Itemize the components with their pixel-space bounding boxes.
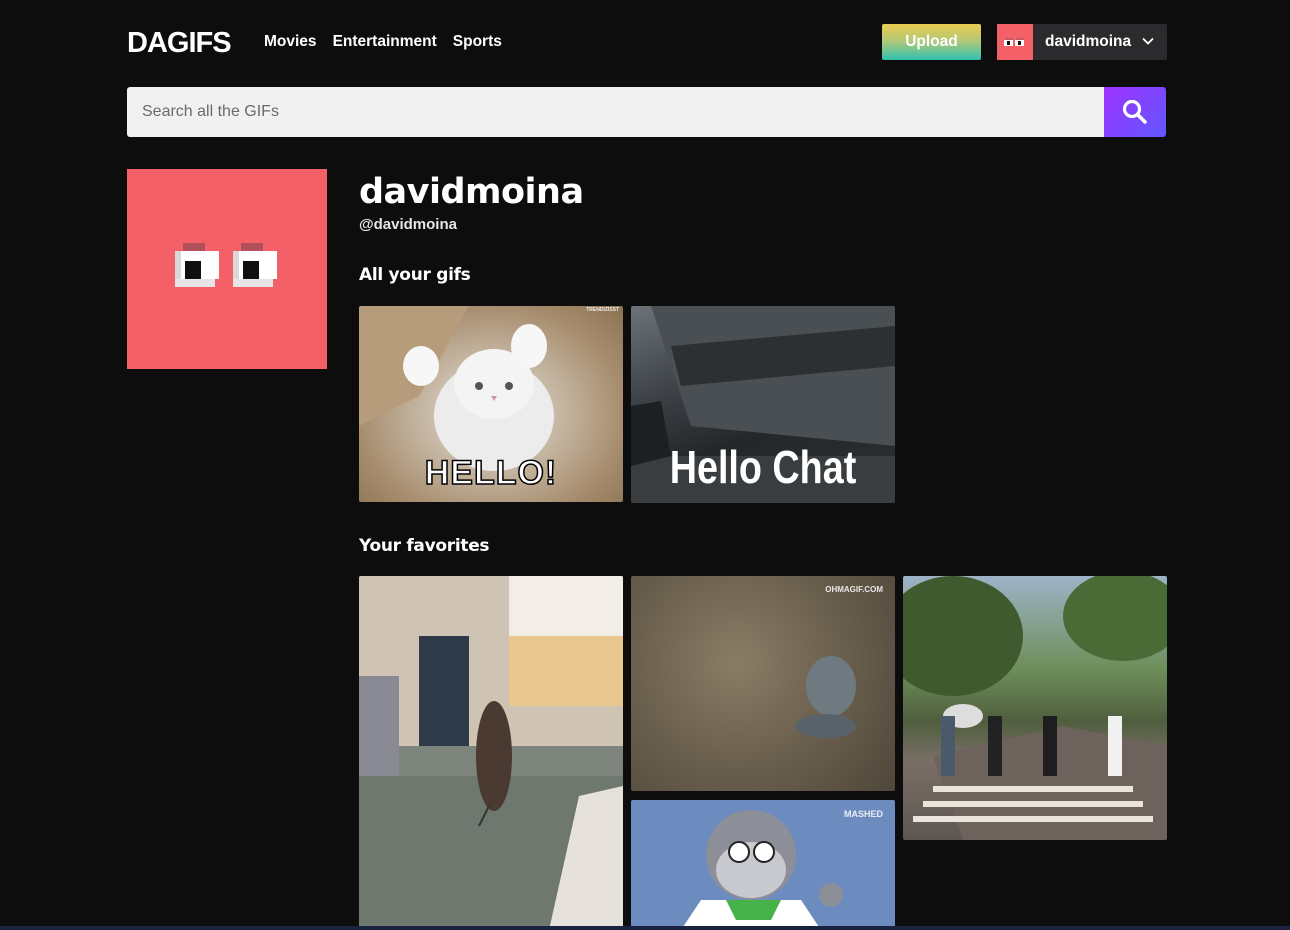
gif-card-street-crossing[interactable] bbox=[903, 576, 1167, 840]
search-button[interactable] bbox=[1104, 87, 1166, 137]
section-title-your-gifs: All your gifs bbox=[359, 265, 471, 285]
street-thumbnail bbox=[903, 576, 1167, 840]
search-input[interactable] bbox=[127, 87, 1105, 137]
upload-button[interactable]: Upload bbox=[882, 24, 981, 60]
page-bottom-border bbox=[0, 926, 1290, 930]
googly-eyes-icon bbox=[175, 243, 277, 287]
section-title-favorites: Your favorites bbox=[359, 536, 490, 556]
gif-caption: Hello Chat bbox=[669, 441, 857, 493]
gif-card-hello-cat[interactable]: TRENDIZISST HELLO! bbox=[359, 306, 623, 502]
gif-caption: HELLO! bbox=[424, 453, 558, 493]
living-room-thumbnail bbox=[359, 576, 623, 930]
gif-card-hello-chat[interactable]: Hello Chat bbox=[631, 306, 895, 503]
googly-eyes-icon bbox=[1004, 38, 1024, 46]
user-name-label: davidmoina bbox=[1045, 33, 1132, 50]
user-menu-button[interactable]: davidmoina bbox=[997, 24, 1167, 60]
cartoon-thumbnail bbox=[681, 810, 843, 930]
octopus-thumbnail bbox=[796, 656, 856, 738]
site-logo[interactable]: DAGIFS bbox=[127, 27, 232, 60]
main-nav: Movies Entertainment Sports bbox=[264, 33, 502, 51]
user-avatar bbox=[997, 24, 1033, 60]
profile-handle: @davidmoina bbox=[359, 216, 457, 233]
gif-watermark: MASHED bbox=[843, 809, 883, 819]
nav-link-movies[interactable]: Movies bbox=[264, 33, 317, 51]
gif-card-cartoon-gorilla[interactable]: MASHED bbox=[631, 800, 895, 930]
top-header: DAGIFS Movies Entertainment Sports Uploa… bbox=[127, 24, 1167, 60]
gif-watermark: OHMAGIF.COM bbox=[825, 585, 883, 594]
nav-link-entertainment[interactable]: Entertainment bbox=[333, 33, 437, 51]
search-icon bbox=[1122, 99, 1147, 124]
profile-avatar bbox=[127, 169, 327, 369]
profile-display-name: davidmoina bbox=[359, 172, 584, 212]
chevron-down-icon bbox=[1142, 37, 1154, 45]
nav-link-sports[interactable]: Sports bbox=[453, 33, 502, 51]
gif-card-walking-bird[interactable] bbox=[359, 576, 623, 930]
gif-card-octopus[interactable]: OHMAGIF.COM bbox=[631, 576, 895, 791]
gif-watermark: TRENDIZISST bbox=[586, 307, 619, 313]
